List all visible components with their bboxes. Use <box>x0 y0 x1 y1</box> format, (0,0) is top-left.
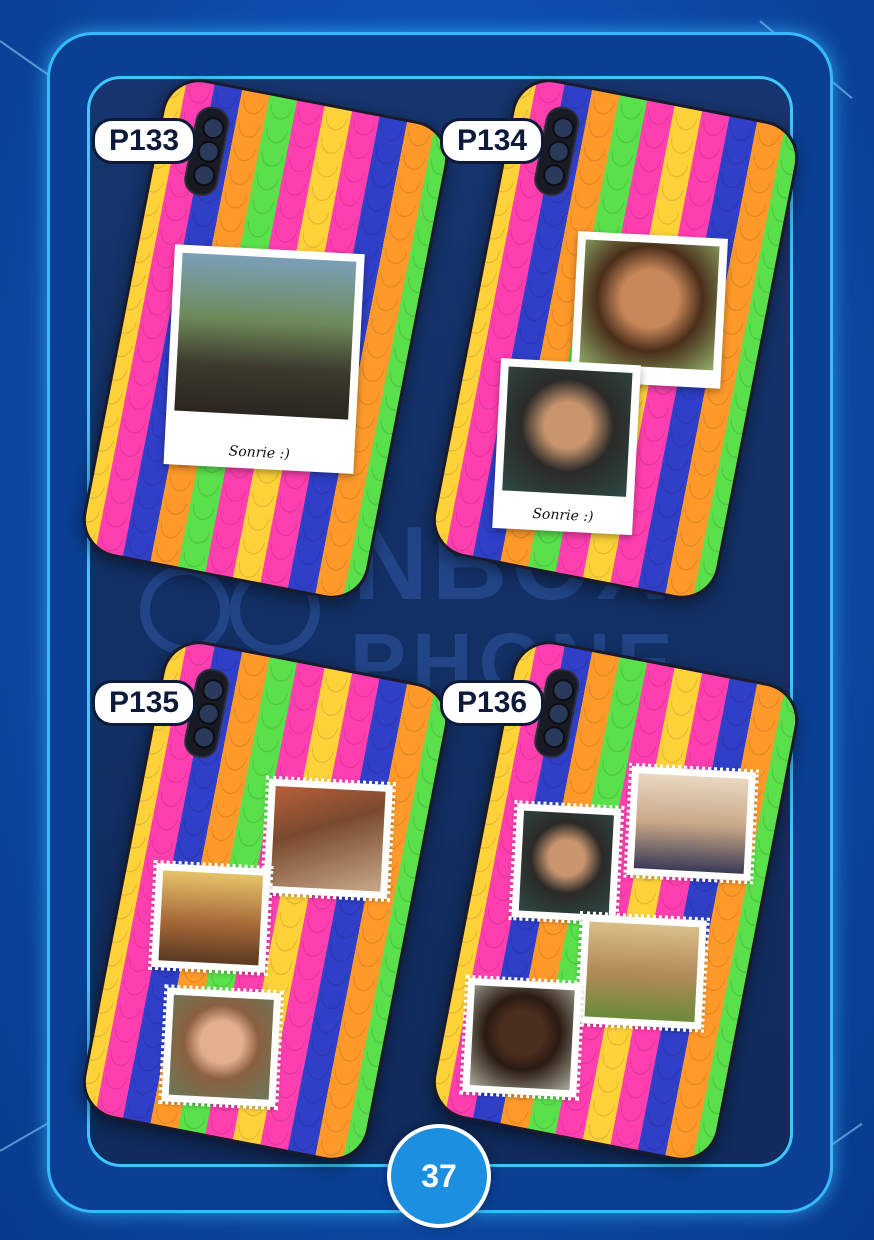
stamp-photo <box>259 775 397 903</box>
page-number-badge: 37 <box>387 1124 491 1228</box>
stamp-photo <box>158 984 285 1111</box>
smiling-boy-photo <box>469 985 575 1091</box>
child-portrait-photo <box>579 239 720 371</box>
product-code-label: P133 <box>92 118 197 164</box>
polaroid-caption: Sonrie :) <box>532 505 594 526</box>
stamp-photo <box>508 800 625 926</box>
girl-portrait-photo <box>168 994 274 1100</box>
polaroid-photo: Sonrie :) <box>163 244 365 474</box>
couple-photo <box>158 870 264 966</box>
toddler-photo <box>518 810 614 916</box>
product-code-label: P134 <box>440 118 545 164</box>
boy-cap-photo <box>270 785 386 892</box>
toddler-photo <box>502 366 633 497</box>
product-code-label: P136 <box>440 680 545 726</box>
stamp-photo <box>623 762 760 885</box>
sleeping-child-photo <box>633 773 749 874</box>
family-photo <box>174 252 357 420</box>
product-code-label: P135 <box>92 680 197 726</box>
polaroid-caption: Sonrie :) <box>228 443 291 463</box>
girl-with-bunny-photo <box>584 921 700 1023</box>
stamp-photo <box>574 911 710 1033</box>
polaroid-photo-bottom: Sonrie :) <box>492 358 641 536</box>
stamp-photo <box>147 859 274 976</box>
stamp-photo <box>459 974 586 1101</box>
